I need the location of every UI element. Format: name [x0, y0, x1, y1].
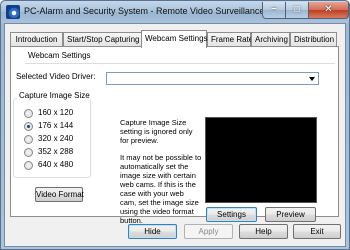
- size-option-label: 352 x 288: [38, 147, 74, 156]
- tab-frame-rate[interactable]: Frame Rate: [207, 32, 253, 47]
- radio-icon[interactable]: [24, 161, 33, 170]
- capture-size-note: Capture Image Size setting is ignored on…: [120, 118, 202, 233]
- video-driver-select[interactable]: [106, 72, 319, 85]
- size-option-label: 160 x 120: [38, 108, 74, 117]
- section-title: Webcam Settings: [28, 51, 91, 60]
- app-logo-icon: [6, 5, 20, 19]
- note-webcam-text: It may not be possible to automatically …: [120, 153, 202, 225]
- radio-icon[interactable]: [24, 109, 33, 118]
- video-format-button[interactable]: Video Format: [35, 187, 84, 202]
- help-button[interactable]: Help: [239, 224, 288, 239]
- minimize-button[interactable]: –: [262, 2, 286, 19]
- tab-distribution[interactable]: Distribution: [290, 32, 337, 47]
- window-title: PC-Alarm and Security System - Remote Vi…: [24, 6, 265, 16]
- chevron-down-icon[interactable]: [309, 77, 315, 81]
- tab-introduction[interactable]: Introduction: [10, 32, 63, 47]
- note-preview-text: Capture Image Size setting is ignored on…: [120, 118, 193, 145]
- minimize-icon: –: [271, 3, 277, 14]
- maximize-button[interactable]: □: [286, 2, 309, 19]
- radio-icon[interactable]: [24, 135, 33, 144]
- radio-icon[interactable]: [24, 148, 33, 157]
- tab-start-stop-capturing[interactable]: Start/Stop Capturing: [63, 32, 142, 47]
- preview-button[interactable]: Preview: [265, 207, 316, 222]
- hide-button[interactable]: Hide: [128, 224, 177, 239]
- size-option-label: 640 x 480: [38, 160, 74, 169]
- tab-archiving[interactable]: Archiving: [251, 32, 290, 47]
- capture-size-group-title: Capture Image Size: [17, 91, 92, 100]
- apply-button[interactable]: Apply: [184, 224, 233, 239]
- radio-checked-icon[interactable]: [24, 122, 33, 131]
- settings-button[interactable]: Settings: [206, 207, 257, 222]
- video-preview-area: [205, 117, 317, 203]
- tab-webcam-settings[interactable]: Webcam Settings: [141, 30, 208, 48]
- size-option-label: 176 x 144: [38, 121, 74, 130]
- video-driver-label: Selected Video Driver:: [16, 72, 96, 81]
- tab-strip: Introduction Start/Stop Capturing Webcam…: [10, 30, 340, 48]
- close-icon: ✕: [324, 4, 333, 15]
- maximize-icon: □: [293, 4, 301, 15]
- size-option-label: 320 x 240: [38, 134, 74, 143]
- dialog-client-area: Introduction Start/Stop Capturing Webcam…: [4, 23, 346, 247]
- section-divider: [25, 63, 335, 64]
- close-button[interactable]: ✕: [309, 2, 349, 19]
- app-window: PC-Alarm and Security System - Remote Vi…: [0, 0, 350, 250]
- exit-button[interactable]: Exit: [293, 224, 341, 239]
